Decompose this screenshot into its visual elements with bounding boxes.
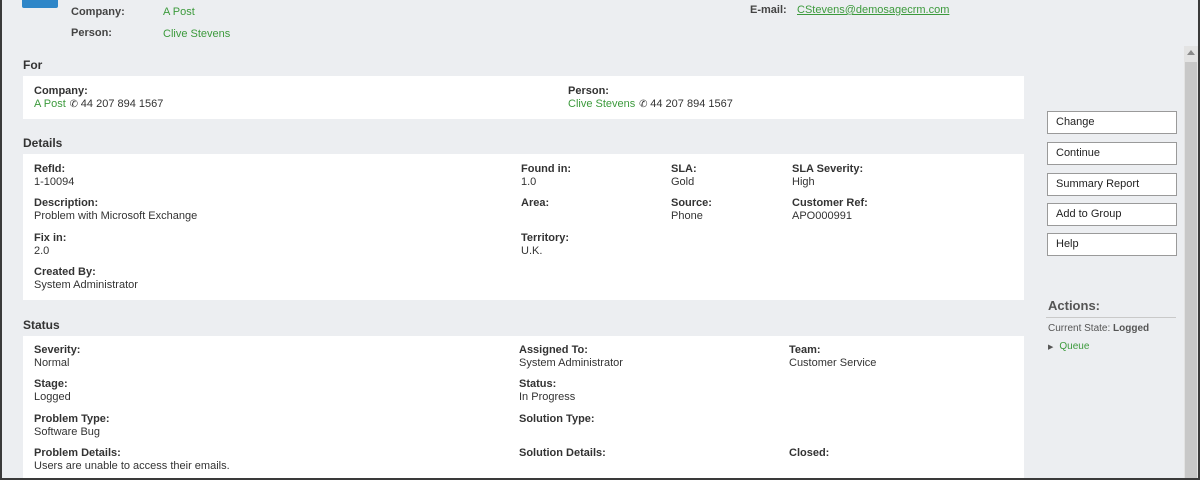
sla-severity-label: SLA Severity:: [792, 163, 864, 175]
found-in-value: 1.0: [521, 176, 537, 188]
for-person-link[interactable]: Clive Stevens: [568, 98, 635, 110]
help-button[interactable]: Help: [1047, 233, 1177, 256]
for-person-label: Person:: [568, 85, 609, 97]
description-label: Description:: [34, 197, 99, 209]
for-person-phone[interactable]: 44 207 894 1567: [650, 98, 733, 110]
created-by-field: Created By: System Administrator: [34, 266, 138, 292]
for-section-title: For: [23, 58, 43, 72]
stage-label: Stage:: [34, 378, 68, 390]
solution-type-field: Solution Type:: [519, 413, 595, 426]
for-company-link[interactable]: A Post: [34, 98, 66, 110]
actions-title: Actions:: [1048, 298, 1100, 313]
found-in-label: Found in:: [521, 163, 572, 175]
area-label: Area:: [521, 197, 550, 209]
change-button[interactable]: Change: [1047, 111, 1177, 134]
phone-icon: ✆: [69, 99, 78, 110]
source-label: Source:: [671, 197, 712, 209]
header-person-link[interactable]: Clive Stevens: [163, 28, 230, 40]
problem-details-value: Users are unable to access their emails.: [34, 460, 230, 472]
closed-field: Closed:: [789, 447, 829, 460]
closed-label: Closed:: [789, 447, 830, 459]
sla-label: SLA:: [671, 163, 697, 175]
severity-field: Severity: Normal: [34, 344, 80, 370]
description-value: Problem with Microsoft Exchange: [34, 210, 198, 222]
header-email-label: E-mail:: [750, 4, 787, 16]
status-panel: Severity: Normal Assigned To: System Adm…: [23, 336, 1024, 478]
scroll-up-arrow-icon[interactable]: [1187, 50, 1195, 55]
problem-details-field: Problem Details: Users are unable to acc…: [34, 447, 230, 473]
details-panel: RefId: 1-10094 Found in: 1.0 SLA: Gold S…: [23, 154, 1024, 300]
solution-details-field: Solution Details:: [519, 447, 606, 460]
assigned-to-label: Assigned To:: [519, 344, 588, 356]
severity-value: Normal: [34, 357, 70, 369]
team-label: Team:: [789, 344, 821, 356]
case-status-field: Status: In Progress: [519, 378, 575, 404]
assigned-to-value: System Administrator: [519, 357, 623, 369]
assigned-to-field: Assigned To: System Administrator: [519, 344, 623, 370]
case-status-label: Status:: [519, 378, 557, 390]
sla-field: SLA: Gold: [671, 163, 697, 189]
queue-action[interactable]: ▶ Queue: [1048, 341, 1089, 352]
refid-value: 1-10094: [34, 176, 75, 188]
case-logo-icon: [22, 0, 58, 8]
refid-field: RefId: 1-10094: [34, 163, 74, 189]
current-state-label: Current State:: [1048, 323, 1111, 334]
territory-field: Territory: U.K.: [521, 232, 569, 258]
sla-severity-value: High: [792, 176, 815, 188]
problem-details-label: Problem Details:: [34, 447, 121, 459]
phone-icon: ✆: [639, 99, 648, 110]
solution-type-label: Solution Type:: [519, 413, 595, 425]
play-bullet-icon: ▶: [1048, 344, 1054, 351]
description-field: Description: Problem with Microsoft Exch…: [34, 197, 197, 223]
solution-details-label: Solution Details:: [519, 447, 606, 459]
header-person-label: Person:: [71, 27, 112, 39]
source-value: Phone: [671, 210, 703, 222]
for-panel: Company: A Post ✆ 44 207 894 1567 Person: …: [23, 76, 1024, 119]
details-section-title: Details: [23, 136, 63, 150]
team-value: Customer Service: [789, 357, 877, 369]
stage-field: Stage: Logged: [34, 378, 71, 404]
found-in-field: Found in: 1.0: [521, 163, 571, 189]
sla-severity-field: SLA Severity: High: [792, 163, 863, 189]
case-summary-page: Company: A Post Person: Clive Stevens E-…: [0, 0, 1200, 480]
problem-type-field: Problem Type: Software Bug: [34, 413, 110, 439]
fix-in-field: Fix in: 2.0: [34, 232, 66, 258]
created-by-label: Created By:: [34, 266, 96, 278]
header-company-link[interactable]: A Post: [163, 6, 195, 18]
continue-button[interactable]: Continue: [1047, 142, 1177, 165]
created-by-value: System Administrator: [34, 279, 138, 291]
current-state-value: Logged: [1113, 323, 1150, 334]
territory-value: U.K.: [521, 245, 543, 257]
for-company-field: Company: A Post ✆ 44 207 894 1567: [34, 85, 163, 111]
customer-ref-label: Customer Ref:: [792, 197, 868, 209]
problem-type-value: Software Bug: [34, 426, 101, 438]
scrollbar-thumb[interactable]: [1185, 62, 1197, 478]
header-company-label: Company:: [71, 6, 125, 18]
fix-in-value: 2.0: [34, 245, 50, 257]
summary-report-button[interactable]: Summary Report: [1047, 173, 1177, 196]
sla-value: Gold: [671, 176, 695, 188]
fix-in-label: Fix in:: [34, 232, 67, 244]
status-section-title: Status: [23, 318, 60, 332]
current-state: Current State: Logged: [1048, 323, 1149, 334]
refid-label: RefId:: [34, 163, 66, 175]
case-status-value: In Progress: [519, 391, 576, 403]
customer-ref-field: Customer Ref: APO000991: [792, 197, 868, 223]
add-to-group-button[interactable]: Add to Group: [1047, 203, 1177, 226]
source-field: Source: Phone: [671, 197, 712, 223]
for-person-field: Person: Clive Stevens ✆ 44 207 894 1567: [568, 85, 733, 111]
problem-type-label: Problem Type:: [34, 413, 110, 425]
actions-divider: [1046, 317, 1176, 318]
team-field: Team: Customer Service: [789, 344, 876, 370]
queue-link[interactable]: Queue: [1059, 341, 1089, 352]
header-email-link[interactable]: CStevens@demosagecrm.com: [797, 4, 949, 16]
customer-ref-value: APO000991: [792, 210, 852, 222]
area-field: Area:: [521, 197, 549, 210]
territory-label: Territory:: [521, 232, 570, 244]
for-company-label: Company:: [34, 85, 88, 97]
severity-label: Severity:: [34, 344, 81, 356]
for-company-phone[interactable]: 44 207 894 1567: [81, 98, 164, 110]
stage-value: Logged: [34, 391, 71, 403]
